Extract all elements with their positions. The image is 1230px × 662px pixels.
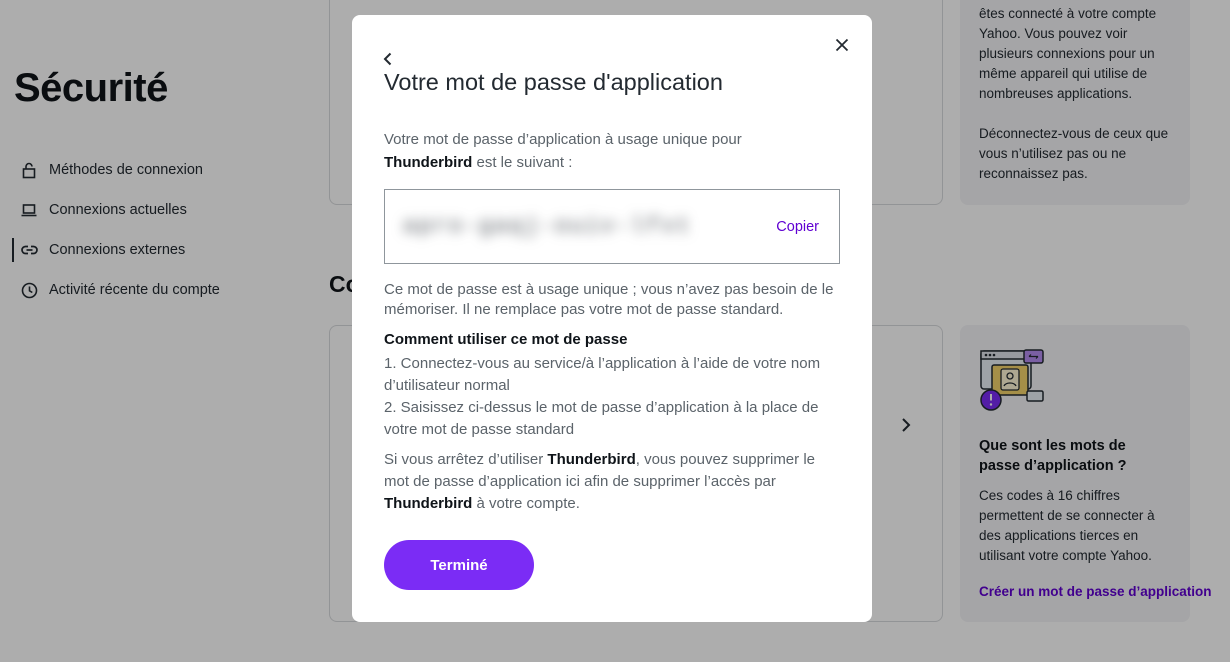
app-name: Thunderbird — [547, 451, 636, 468]
app-password-value: apro-gaqj-ouiv-lfxt — [403, 214, 692, 239]
app-password-dialog: Votre mot de passe d'application Votre m… — [352, 15, 872, 622]
intro-text: Votre mot de passe d’application à usage… — [384, 131, 742, 148]
usage-note: Si vous arrêtez d’utiliser Thunderbird, … — [384, 449, 840, 515]
done-button[interactable]: Terminé — [384, 540, 534, 590]
step-item: 2. Saisissez ci-dessus le mot de passe d… — [384, 399, 819, 438]
app-name: Thunderbird — [384, 495, 473, 512]
dialog-intro: Votre mot de passe d’application à usage… — [384, 128, 840, 174]
back-icon[interactable] — [378, 48, 398, 70]
intro-text: est le suivant : — [476, 154, 573, 171]
app-name: Thunderbird — [384, 154, 473, 171]
step-item: 1. Connectez-vous au service/à l’applica… — [384, 355, 821, 394]
one-time-note: Ce mot de passe est à usage unique ; vou… — [384, 281, 834, 318]
howto-title: Comment utiliser ce mot de passe — [384, 331, 628, 348]
copy-button[interactable]: Copier — [776, 219, 819, 235]
howto-steps: 1. Connectez-vous au service/à l’applica… — [384, 353, 844, 441]
usage-text: à votre compte. — [476, 495, 580, 512]
usage-text: Si vous arrêtez d’utiliser — [384, 451, 544, 468]
close-icon[interactable] — [832, 35, 852, 55]
dialog-title: Votre mot de passe d'application — [384, 69, 723, 95]
app-password-box: apro-gaqj-ouiv-lfxt Copier — [384, 189, 840, 264]
